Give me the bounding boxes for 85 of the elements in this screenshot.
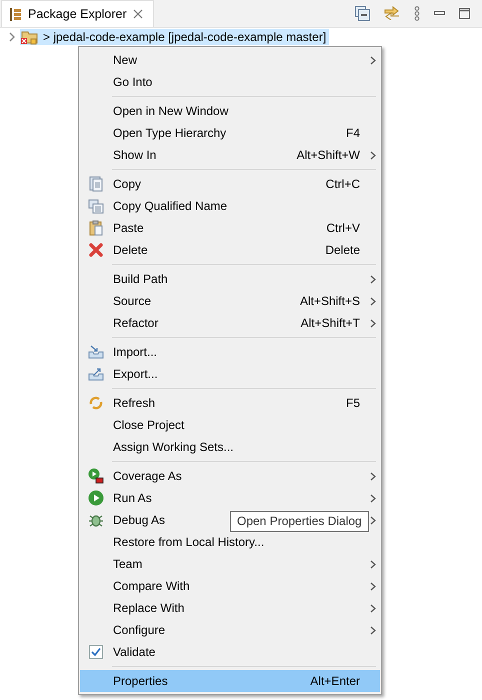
menu-item-label: Assign Working Sets... (112, 440, 234, 454)
link-arrows-icon[interactable] (384, 6, 400, 20)
menu-item-label: New (112, 53, 138, 67)
menu-item[interactable]: Replace With (80, 597, 380, 619)
menu-item[interactable]: Validate (80, 641, 380, 663)
delete-icon (89, 243, 103, 257)
menu-item[interactable]: Team (80, 553, 380, 575)
menu-item[interactable]: Configure (80, 619, 380, 641)
menu-item[interactable]: Go Into (80, 71, 380, 93)
menu-item-label: Source (112, 294, 152, 308)
menu-item[interactable]: Refresh F5 (80, 392, 380, 414)
menu-item[interactable]: Import... (80, 341, 380, 363)
menu-item-label: Delete (112, 243, 148, 257)
shortcut-text: F5 (346, 396, 360, 410)
view-tab[interactable]: Package Explorer (1, 0, 154, 27)
menu-item[interactable]: Source Alt+Shift+S (80, 290, 380, 312)
run-icon (88, 490, 104, 506)
menu-item-label: Build Path (112, 272, 168, 286)
shortcut-text: Ctrl+C (326, 177, 360, 191)
copy-icon (88, 198, 104, 214)
menu-item-label: Properties (112, 674, 168, 688)
menu-item-label: Export... (112, 367, 158, 381)
menu-item[interactable]: Refactor Alt+Shift+T (80, 312, 380, 334)
maximize-icon[interactable] (459, 8, 470, 18)
menu-item-label: Configure (112, 623, 166, 637)
menu-item-label: Open in New Window (112, 104, 228, 118)
menu-item-label: Open Type Hierarchy (112, 126, 226, 140)
shortcut-text: Ctrl+V (326, 221, 360, 235)
menu-item-label: Coverage As (112, 469, 182, 483)
menu-item-label: Show In (112, 148, 156, 162)
menu-item-label: Validate (112, 645, 156, 659)
coverage-icon (88, 468, 104, 484)
menu-item[interactable]: Export... (80, 363, 380, 385)
menu-item-label: Refresh (112, 396, 156, 410)
menu-item-label: Import... (112, 345, 158, 359)
menu-item[interactable]: Open in New Window (80, 100, 380, 122)
minimize-icon[interactable] (434, 11, 445, 15)
menu-item[interactable]: Compare With (80, 575, 380, 597)
menu-item[interactable]: Show In Alt+Shift+W (80, 144, 380, 166)
hierarchy-icon (10, 8, 22, 20)
menu-item[interactable]: Copy Qualified Name (80, 195, 380, 217)
menu-item-label: Team (112, 557, 142, 571)
menu-item[interactable]: Restore from Local History... (80, 531, 380, 553)
close-icon[interactable] (132, 9, 143, 19)
menu-item-label: Debug As (112, 513, 166, 527)
menu-item[interactable]: Delete Delete (80, 239, 380, 261)
menu-item-label: Go Into (112, 75, 152, 89)
project-item[interactable]: > jpedal-code-example [jpedal-code-example master] (20, 29, 330, 45)
copy-icon (89, 176, 103, 192)
view-title: Package Explorer (28, 7, 127, 21)
shortcut-text: Delete (325, 243, 360, 257)
menu-item-label: Restore from Local History... (112, 535, 264, 549)
clipboard-icon (89, 220, 103, 236)
menu-item-label: Copy (112, 177, 142, 191)
shortcut-text: Alt+Shift+S (300, 294, 360, 308)
refresh-icon (88, 395, 104, 411)
menu-item-label: Replace With (112, 601, 184, 615)
shortcut-text: F4 (346, 126, 360, 140)
collapse-all-icon[interactable] (355, 6, 370, 20)
menu-item-label: Refactor (112, 316, 158, 330)
menu-item-label: Paste (112, 221, 144, 235)
shortcut-text: Alt+Shift+W (296, 148, 360, 162)
shortcut-text: Alt+Enter (310, 674, 360, 688)
view-menu-icon[interactable] (414, 6, 420, 20)
menu-item[interactable]: Paste Ctrl+V (80, 217, 380, 239)
menu-item-label: Run As (112, 491, 152, 505)
menu-item[interactable]: Run As (80, 487, 380, 509)
menu-item-label: Copy Qualified Name (112, 199, 228, 213)
shortcut-text: Alt+Shift+T (300, 316, 360, 330)
project-label: > jpedal-code-example [jpedal-code-example master] (43, 30, 326, 44)
menu-item[interactable]: New (80, 49, 380, 71)
menu-item[interactable]: Build Path (80, 268, 380, 290)
menu-item-label: Compare With (112, 579, 190, 593)
project-icon (21, 29, 39, 45)
menu-item-label: Close Project (112, 418, 184, 432)
menu-item[interactable]: Copy Ctrl+C (80, 173, 380, 195)
menu-item[interactable]: Coverage As (80, 465, 380, 487)
menu-item[interactable]: Open Type Hierarchy F4 (80, 122, 380, 144)
export-icon (88, 367, 104, 381)
menu-item[interactable]: Assign Working Sets... (80, 436, 380, 458)
expand-icon[interactable] (8, 32, 16, 42)
import-icon (88, 345, 104, 359)
menu-item[interactable]: Properties Alt+Enter (80, 670, 380, 692)
tooltip: Open Properties Dialog (230, 511, 369, 532)
menu-item[interactable]: Close Project (80, 414, 380, 436)
